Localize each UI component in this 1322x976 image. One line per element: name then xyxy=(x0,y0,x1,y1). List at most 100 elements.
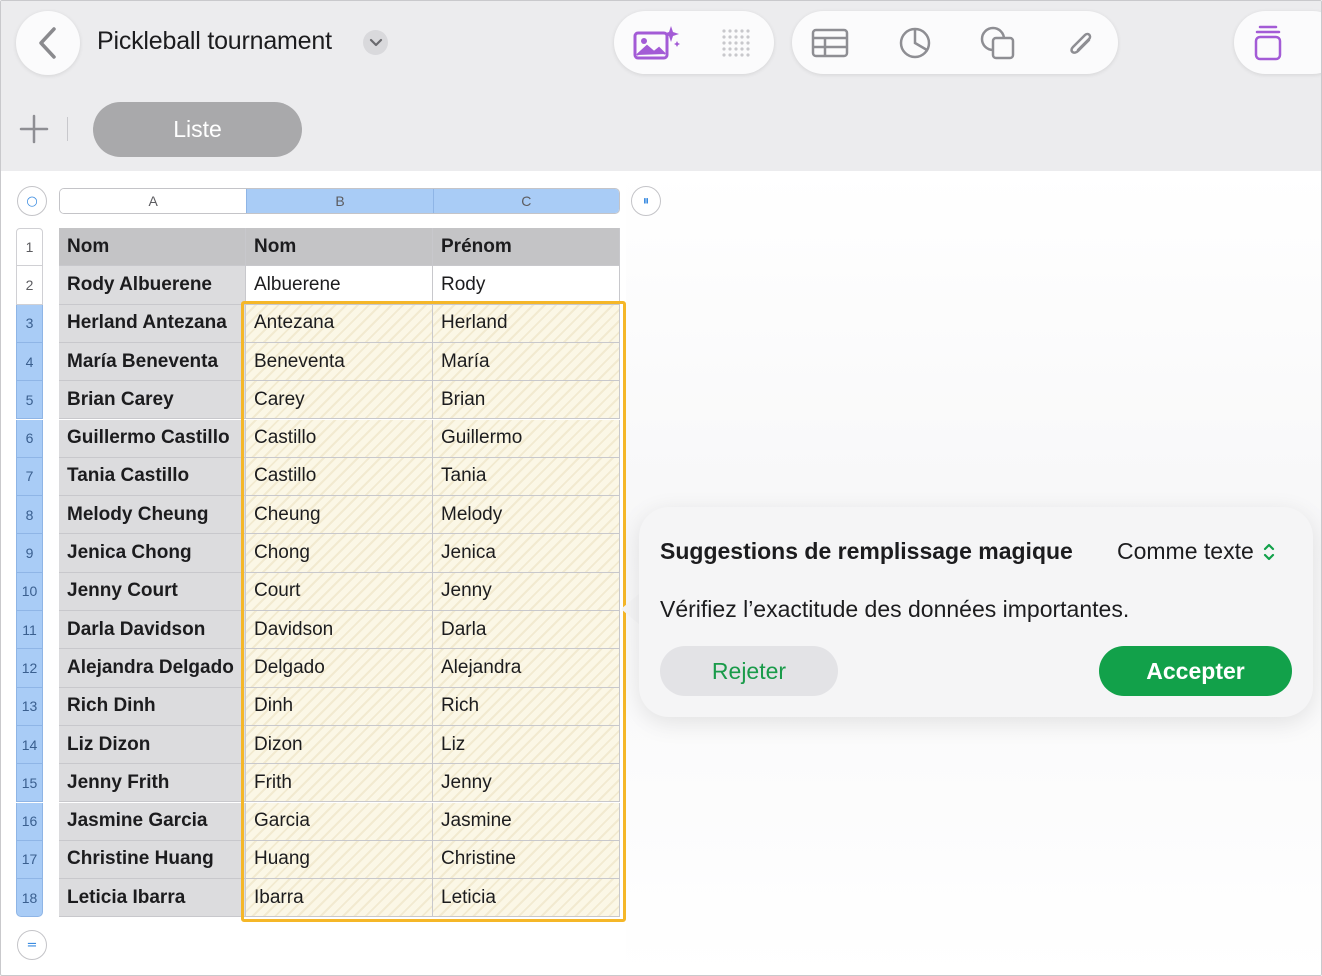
first-name-cell[interactable]: Brian xyxy=(433,381,620,420)
name-cell[interactable]: Guillermo Castillo xyxy=(59,419,246,458)
row-header[interactable]: 6 xyxy=(16,419,43,458)
last-name-cell[interactable]: Carey xyxy=(246,381,433,420)
first-name-cell[interactable]: Herland xyxy=(433,304,620,343)
first-name-cell[interactable]: Liz xyxy=(433,725,620,765)
first-name-cell[interactable]: Jenica xyxy=(433,534,620,573)
column-header-b[interactable]: B xyxy=(246,189,433,213)
row-header[interactable]: 17 xyxy=(16,840,43,880)
row-header[interactable]: 18 xyxy=(16,879,43,918)
format-toolbar-group xyxy=(1234,11,1321,74)
name-cell[interactable]: Brian Carey xyxy=(59,381,246,420)
first-name-cell[interactable]: Darla xyxy=(433,611,620,650)
add-sheet-button[interactable] xyxy=(18,113,50,145)
first-name-cell[interactable]: Christine xyxy=(433,840,620,880)
row-header[interactable]: 16 xyxy=(16,802,43,841)
first-name-cell[interactable]: Jenny xyxy=(433,764,620,803)
name-cell[interactable]: Leticia Ibarra xyxy=(59,879,246,918)
first-name-cell[interactable]: Tania xyxy=(433,457,620,497)
reject-button[interactable]: Rejeter xyxy=(660,646,838,696)
name-cell[interactable]: Melody Cheung xyxy=(59,496,246,535)
first-name-cell[interactable]: Jenny xyxy=(433,572,620,611)
name-cell[interactable]: Rody Albuerene xyxy=(59,266,246,305)
name-cell[interactable]: Herland Antezana xyxy=(59,304,246,343)
table-row: Jenny Court Court Jenny xyxy=(59,572,620,611)
name-cell[interactable]: Jenica Chong xyxy=(59,534,246,573)
name-cell[interactable]: Jenny Court xyxy=(59,572,246,611)
first-name-cell[interactable]: Rody xyxy=(433,266,620,305)
first-name-cell[interactable]: Melody xyxy=(433,496,620,535)
row-add-handle[interactable]: = xyxy=(17,930,47,960)
row-header[interactable]: 10 xyxy=(16,572,43,611)
header-cell[interactable]: Nom xyxy=(59,228,246,267)
first-name-cell[interactable]: Guillermo xyxy=(433,419,620,458)
row-header[interactable]: 14 xyxy=(16,725,43,765)
row-header[interactable]: 3 xyxy=(16,304,43,343)
row-header[interactable]: 7 xyxy=(16,457,43,497)
name-cell[interactable]: Jasmine Garcia xyxy=(59,802,246,841)
last-name-cell[interactable]: Castillo xyxy=(246,419,433,458)
tab-liste[interactable]: Liste xyxy=(93,102,302,157)
row-header[interactable]: 8 xyxy=(16,496,43,535)
back-button[interactable] xyxy=(16,11,80,75)
last-name-cell[interactable]: Delgado xyxy=(246,649,433,688)
document-title[interactable]: Pickleball tournament xyxy=(97,27,332,56)
name-cell[interactable]: Liz Dizon xyxy=(59,725,246,765)
name-cell[interactable]: Rich Dinh xyxy=(59,687,246,726)
last-name-cell[interactable]: Garcia xyxy=(246,802,433,841)
format-panel-icon[interactable] xyxy=(1250,23,1286,63)
table-select-handle[interactable]: ○ xyxy=(17,186,47,216)
row-header[interactable]: 15 xyxy=(16,764,43,803)
row-header[interactable]: 4 xyxy=(16,342,43,382)
name-cell[interactable]: María Beneventa xyxy=(59,342,246,382)
last-name-cell[interactable]: Davidson xyxy=(246,611,433,650)
row-header[interactable]: 12 xyxy=(16,649,43,688)
name-cell[interactable]: Darla Davidson xyxy=(59,611,246,650)
row-header[interactable]: 9 xyxy=(16,534,43,573)
name-cell[interactable]: Alejandra Delgado xyxy=(59,649,246,688)
title-menu-button[interactable] xyxy=(363,30,388,55)
row-header[interactable]: 1 xyxy=(16,228,43,267)
last-name-cell[interactable]: Castillo xyxy=(246,457,433,497)
first-name-cell[interactable]: Jasmine xyxy=(433,802,620,841)
fill-mode-select[interactable]: Comme texte xyxy=(1117,538,1276,565)
popover-arrow xyxy=(621,593,640,625)
last-name-cell[interactable]: Court xyxy=(246,572,433,611)
last-name-cell[interactable]: Ibarra xyxy=(246,879,433,918)
dot-grid-icon[interactable] xyxy=(718,25,754,61)
last-name-cell[interactable]: Antezana xyxy=(246,304,433,343)
first-name-cell[interactable]: María xyxy=(433,342,620,382)
last-name-cell[interactable]: Albuerene xyxy=(246,266,433,305)
header-cell[interactable]: Nom xyxy=(246,228,433,267)
last-name-cell[interactable]: Beneventa xyxy=(246,342,433,382)
table-icon[interactable] xyxy=(810,25,850,61)
column-header-c[interactable]: C xyxy=(432,189,619,213)
header-cell[interactable]: Prénom xyxy=(433,228,620,267)
name-cell[interactable]: Jenny Frith xyxy=(59,764,246,803)
last-name-cell[interactable]: Chong xyxy=(246,534,433,573)
column-header-a[interactable]: A xyxy=(60,189,247,213)
row-header[interactable]: 2 xyxy=(16,266,43,305)
accept-button[interactable]: Accepter xyxy=(1099,646,1292,696)
name-cell[interactable]: Christine Huang xyxy=(59,840,246,880)
chart-icon[interactable] xyxy=(896,25,934,61)
paperclip-icon[interactable] xyxy=(1062,25,1098,61)
table-row: Guillermo Castillo Castillo Guillermo xyxy=(59,419,620,458)
last-name-cell[interactable]: Dizon xyxy=(246,725,433,765)
table-row: Brian Carey Carey Brian xyxy=(59,381,620,420)
first-name-cell[interactable]: Leticia xyxy=(433,879,620,918)
row-header[interactable]: 5 xyxy=(16,381,43,420)
table-row: Melody Cheung Cheung Melody xyxy=(59,496,620,535)
shape-icon[interactable] xyxy=(978,25,1018,61)
column-add-handle[interactable]: ⏸ xyxy=(631,186,661,216)
last-name-cell[interactable]: Huang xyxy=(246,840,433,880)
first-name-cell[interactable]: Rich xyxy=(433,687,620,726)
row-header[interactable]: 13 xyxy=(16,687,43,726)
image-sparkle-icon[interactable] xyxy=(632,23,682,63)
last-name-cell[interactable]: Dinh xyxy=(246,687,433,726)
first-name-cell[interactable]: Alejandra xyxy=(433,649,620,688)
last-name-cell[interactable]: Frith xyxy=(246,764,433,803)
column-headers: A B C xyxy=(59,188,620,214)
name-cell[interactable]: Tania Castillo xyxy=(59,457,246,497)
last-name-cell[interactable]: Cheung xyxy=(246,496,433,535)
row-header[interactable]: 11 xyxy=(16,611,43,650)
